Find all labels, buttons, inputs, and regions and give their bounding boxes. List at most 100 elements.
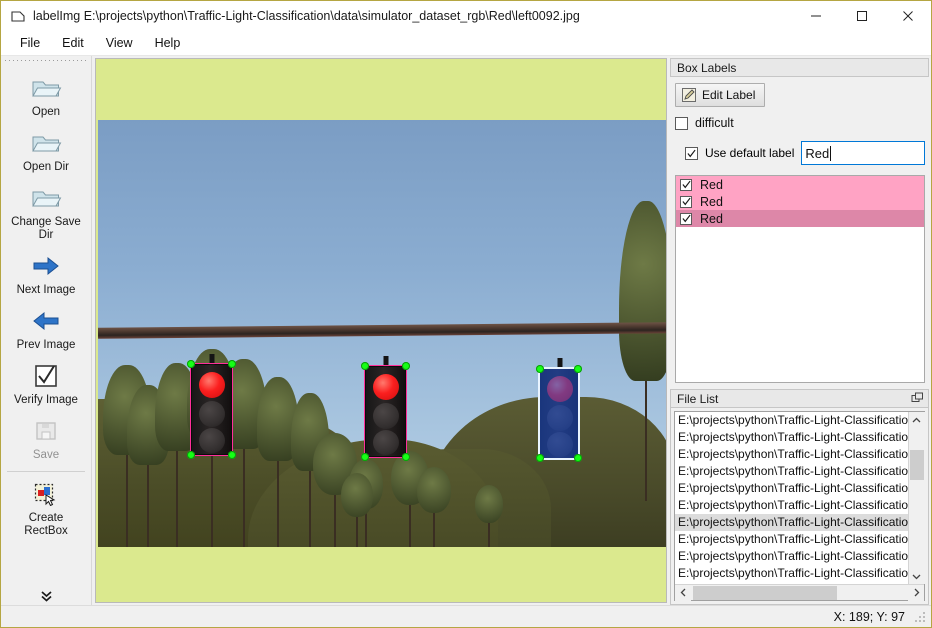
bbox-vertex[interactable] (361, 453, 369, 461)
difficult-checkbox-row[interactable]: difficult (675, 116, 925, 130)
annotated-image[interactable] (98, 120, 666, 547)
check-tick-icon (687, 149, 696, 157)
bbox-vertex[interactable] (228, 360, 236, 368)
bbox-vertex[interactable] (402, 362, 410, 370)
label-item-text: Red (700, 211, 723, 226)
toolbar-open-dir-button[interactable]: Open Dir (3, 123, 90, 178)
list-item[interactable]: E:\projects\python\Traffic-Light-Classif… (675, 446, 908, 463)
check-tick-icon (681, 180, 691, 189)
status-bar: X: 189; Y: 97 (1, 605, 931, 627)
list-item[interactable]: E:\projects\python\Traffic-Light-Classif… (675, 429, 908, 446)
file-list-panel: File List E:\projects\python\Traffic-Lig… (670, 389, 929, 605)
list-item[interactable]: E:\projects\python\Traffic-Light-Classif… (675, 531, 908, 548)
toolbar-open-button[interactable]: Open (3, 68, 90, 123)
file-list-vertical-scrollbar[interactable] (908, 412, 925, 584)
bbox-vertex[interactable] (574, 365, 582, 373)
pencil-edit-icon (681, 87, 697, 103)
main-body: Open Open Dir Change Save Dir Next Image… (1, 56, 931, 605)
check-tick-icon (681, 197, 691, 206)
list-item-selected[interactable]: Red (676, 210, 924, 227)
list-item[interactable]: Red (676, 193, 924, 210)
toolbar-next-image-button[interactable]: Next Image (3, 246, 90, 301)
window-outline-icon (5, 1, 31, 32)
box-labels-list[interactable]: Red Red Red (675, 175, 925, 383)
canvas-area (92, 56, 669, 605)
close-button[interactable] (885, 1, 931, 32)
list-item[interactable]: E:\projects\python\Traffic-Light-Classif… (675, 463, 908, 480)
bbox-vertex[interactable] (536, 365, 544, 373)
menu-file[interactable]: File (9, 33, 51, 54)
title-bar: labelImg E:\projects\python\Traffic-Ligh… (1, 1, 931, 32)
toolbar-save-button[interactable]: Save (3, 411, 90, 466)
bbox-vertex[interactable] (574, 454, 582, 462)
bbox-vertex[interactable] (187, 360, 195, 368)
menu-view[interactable]: View (95, 33, 144, 54)
arrow-left-icon (29, 306, 63, 336)
use-default-label-row: Use default label Red (675, 141, 925, 165)
file-rows[interactable]: E:\projects\python\Traffic-Light-Classif… (675, 412, 908, 584)
minimize-button[interactable] (793, 1, 839, 32)
undock-window-icon[interactable] (911, 392, 924, 405)
edit-label-button[interactable]: Edit Label (675, 83, 766, 107)
toolbar-open-label: Open (31, 106, 61, 118)
vscroll-track[interactable] (908, 428, 925, 568)
bounding-box[interactable] (187, 360, 236, 459)
toolbar-change-save-dir-button[interactable]: Change Save Dir (3, 178, 90, 246)
box-labels-body: Edit Label difficult Use default label R… (670, 77, 929, 383)
bounding-box[interactable] (361, 362, 410, 461)
use-default-label-checkbox[interactable] (685, 146, 698, 160)
difficult-label: difficult (695, 116, 734, 130)
label-item-checkbox[interactable] (680, 178, 692, 191)
chevron-down-icon[interactable] (908, 568, 925, 584)
open-folder-icon (29, 128, 63, 158)
toolbar-prev-image-button[interactable]: Prev Image (3, 301, 90, 356)
default-label-input-value: Red (805, 145, 830, 161)
chevron-double-down-icon[interactable] (1, 589, 91, 602)
checkbox-tick-icon (29, 361, 63, 391)
difficult-checkbox[interactable] (675, 116, 688, 130)
bbox-vertex[interactable] (228, 451, 236, 459)
file-list-title-text: File List (677, 391, 719, 406)
bbox-vertex[interactable] (536, 454, 544, 462)
image-canvas[interactable] (95, 58, 667, 603)
toolbar-drag-handle[interactable] (5, 57, 87, 64)
list-item[interactable]: E:\projects\python\Traffic-Light-Classif… (675, 497, 908, 514)
hscroll-track[interactable] (691, 585, 908, 601)
toolbar-prev-image-label: Prev Image (16, 339, 76, 351)
list-item[interactable]: E:\projects\python\Traffic-Light-Classif… (675, 412, 908, 429)
file-list-inner: E:\projects\python\Traffic-Light-Classif… (674, 411, 925, 601)
toolbar-verify-image-label: Verify Image (14, 394, 78, 406)
label-item-text: Red (700, 194, 723, 209)
bbox-vertex[interactable] (361, 362, 369, 370)
label-item-checkbox[interactable] (680, 212, 692, 225)
menu-help[interactable]: Help (144, 33, 192, 54)
label-item-checkbox[interactable] (680, 195, 692, 208)
toolbar-create-rectbox-button[interactable]: Create RectBox (3, 474, 90, 542)
hscroll-thumb[interactable] (693, 585, 837, 600)
list-item-selected[interactable]: E:\projects\python\Traffic-Light-Classif… (675, 514, 908, 531)
list-item[interactable]: Red (676, 176, 924, 193)
vscroll-thumb[interactable] (909, 450, 924, 480)
window-controls (793, 1, 931, 32)
chevron-left-icon[interactable] (675, 584, 691, 601)
list-item[interactable]: E:\projects\python\Traffic-Light-Classif… (675, 480, 908, 497)
default-label-input[interactable]: Red (801, 141, 925, 165)
bounding-box-selected[interactable] (536, 365, 582, 462)
list-item[interactable]: E:\projects\python\Traffic-Light-Classif… (675, 548, 908, 565)
open-folder-icon (29, 183, 63, 213)
floppy-disk-icon (29, 416, 63, 446)
file-list-title: File List (670, 389, 929, 408)
edit-label-button-text: Edit Label (702, 88, 756, 102)
chevron-right-icon[interactable] (908, 584, 924, 601)
list-item[interactable]: E:\projects\python\Traffic-Light-Classif… (675, 565, 908, 582)
file-list-horizontal-scrollbar[interactable] (675, 584, 924, 601)
chevron-up-icon[interactable] (908, 412, 925, 428)
bbox-vertex[interactable] (187, 451, 195, 459)
bbox-vertex[interactable] (402, 453, 410, 461)
maximize-button[interactable] (839, 1, 885, 32)
toolbar-items: Open Open Dir Change Save Dir Next Image… (1, 64, 91, 542)
menu-edit[interactable]: Edit (51, 33, 95, 54)
toolbar-verify-image-button[interactable]: Verify Image (3, 356, 90, 411)
resize-grip-icon[interactable] (913, 610, 927, 624)
text-caret (830, 145, 832, 161)
